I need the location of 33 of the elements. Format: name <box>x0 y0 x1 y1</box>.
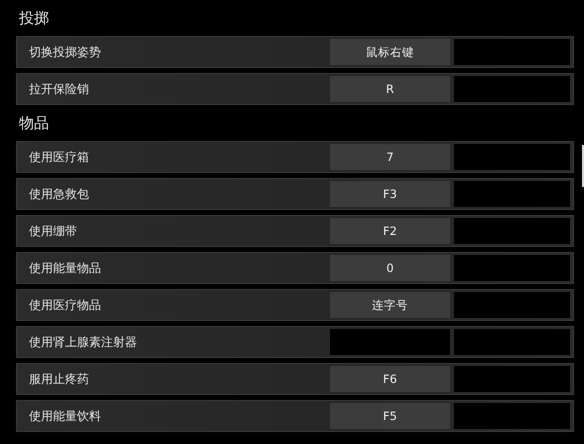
key-binding-button[interactable]: 7 <box>330 144 450 170</box>
action-label: 使用绷带 <box>29 222 78 240</box>
section-heading: 投掷 <box>18 8 50 29</box>
action-label: 使用能量饮料 <box>29 408 102 424</box>
key-binding-button[interactable]: F6 <box>330 366 450 392</box>
alternate-binding-button[interactable] <box>454 218 570 244</box>
action-label: 服用止疼药 <box>29 370 90 388</box>
alternate-binding-button[interactable] <box>454 366 570 392</box>
key-binding-button[interactable]: F3 <box>330 181 450 207</box>
action-label: 使用医疗物品 <box>29 296 102 314</box>
alternate-binding-button[interactable] <box>454 329 570 355</box>
key-binding-button[interactable]: F2 <box>330 218 450 244</box>
key-binding-button[interactable]: 连字号 <box>330 292 450 318</box>
action-label: 使用能量物品 <box>29 260 102 276</box>
action-label: 使用医疗箱 <box>29 148 90 166</box>
key-binding-button[interactable]: F5 <box>330 403 450 429</box>
alternate-binding-button[interactable] <box>454 292 570 318</box>
action-label: 切换投掷姿势 <box>29 44 102 60</box>
alternate-binding-button[interactable] <box>454 144 570 170</box>
alternate-binding-button[interactable] <box>454 181 570 207</box>
alternate-binding-button[interactable] <box>454 403 570 429</box>
key-binding-button[interactable]: R <box>330 76 450 102</box>
alternate-binding-button[interactable] <box>454 255 570 281</box>
scrollbar[interactable] <box>582 145 584 187</box>
alternate-binding-button[interactable] <box>454 39 570 65</box>
action-label: 使用急救包 <box>29 186 90 202</box>
action-label: 使用肾上腺素注射器 <box>29 334 138 350</box>
section-heading: 物品 <box>18 113 50 134</box>
key-binding-button[interactable]: 鼠标右键 <box>330 39 450 65</box>
key-binding-button[interactable] <box>330 329 450 355</box>
action-label: 拉开保险销 <box>29 80 90 98</box>
key-binding-button[interactable]: 0 <box>330 255 450 281</box>
alternate-binding-button[interactable] <box>454 76 570 102</box>
